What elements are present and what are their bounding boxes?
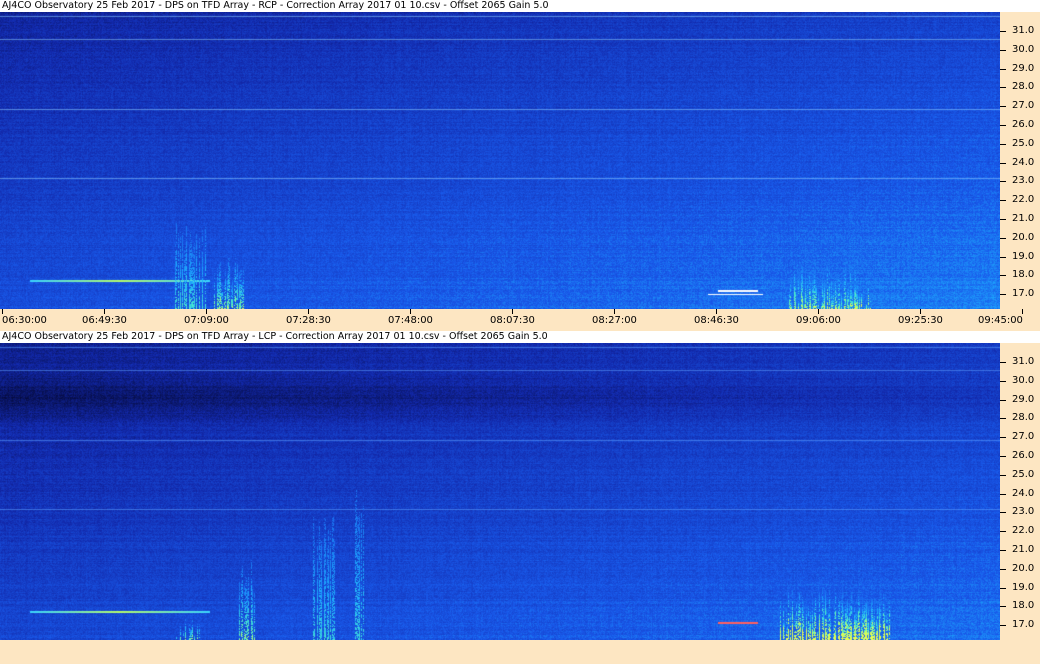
freq-label: 30.0: [1012, 44, 1035, 55]
time-tick: [308, 309, 309, 314]
freq-tick: [1000, 69, 1006, 70]
freq-tick: [1000, 569, 1006, 570]
freq-tick: [1000, 106, 1006, 107]
time-label: 09:06:00: [796, 315, 841, 326]
freq-tick: [1000, 381, 1006, 382]
freq-label: 23.0: [1012, 506, 1035, 517]
time-label: 06:49:30: [82, 315, 127, 326]
freq-label: 22.0: [1012, 194, 1035, 205]
time-tick: [512, 309, 513, 314]
rcp-frequency-axis: 31.0 30.0 29.0 28.0 27.0 26.0 25.0 24.0 23.0 22.0…: [1000, 12, 1040, 309]
time-label: 09:25:30: [898, 315, 943, 326]
time-axis: 06:30:00 06:49:30 07:09:00 07:28:30 07:48:00…: [0, 309, 1040, 331]
freq-tick: [1000, 31, 1006, 32]
freq-label: 24.0: [1012, 488, 1035, 499]
freq-tick: [1000, 606, 1006, 607]
freq-tick: [1000, 475, 1006, 476]
freq-label: 30.0: [1012, 375, 1035, 386]
freq-label: 27.0: [1012, 100, 1035, 111]
freq-tick: [1000, 87, 1006, 88]
time-tick: [410, 309, 411, 314]
freq-label: 27.0: [1012, 431, 1035, 442]
time-tick: [614, 309, 615, 314]
freq-label: 21.0: [1012, 213, 1035, 224]
rcp-spectrogram[interactable]: [0, 12, 1000, 309]
freq-tick: [1000, 294, 1006, 295]
freq-label: 26.0: [1012, 450, 1035, 461]
freq-tick: [1000, 144, 1006, 145]
freq-label: 21.0: [1012, 544, 1035, 555]
time-label: 07:09:00: [184, 315, 229, 326]
lcp-frequency-axis: 31.0 30.0 29.0 28.0 27.0 26.0 25.0 24.0 23.0 22.0…: [1000, 343, 1040, 640]
freq-tick: [1000, 400, 1006, 401]
freq-tick: [1000, 437, 1006, 438]
freq-tick: [1000, 625, 1006, 626]
time-label: 08:27:00: [592, 315, 637, 326]
freq-label: 18.0: [1012, 269, 1035, 280]
bottom-margin: [0, 640, 1040, 664]
freq-label: 23.0: [1012, 175, 1035, 186]
rcp-panel-title: AJ4CO Observatory 25 Feb 2017 - DPS on T…: [0, 0, 1040, 12]
time-label: 08:46:30: [694, 315, 739, 326]
freq-label: 29.0: [1012, 63, 1035, 74]
time-tick: [716, 309, 717, 314]
freq-tick: [1000, 588, 1006, 589]
freq-tick: [1000, 125, 1006, 126]
freq-tick: [1000, 531, 1006, 532]
freq-label: 25.0: [1012, 469, 1035, 480]
time-label: 07:28:30: [286, 315, 331, 326]
freq-label: 28.0: [1012, 412, 1035, 423]
freq-label: 31.0: [1012, 356, 1035, 367]
freq-tick: [1000, 418, 1006, 419]
time-label: 08:07:30: [490, 315, 535, 326]
freq-label: 29.0: [1012, 394, 1035, 405]
lcp-panel-title: AJ4CO Observatory 25 Feb 2017 - DPS on T…: [0, 331, 1040, 343]
freq-tick: [1000, 238, 1006, 239]
lcp-spectrogram[interactable]: [0, 343, 1000, 640]
freq-label: 17.0: [1012, 619, 1035, 630]
freq-label: 19.0: [1012, 251, 1035, 262]
time-tick: [104, 309, 105, 314]
time-label: 09:45:00: [978, 315, 1023, 326]
freq-tick: [1000, 257, 1006, 258]
freq-tick: [1000, 494, 1006, 495]
time-tick: [206, 309, 207, 314]
freq-label: 26.0: [1012, 119, 1035, 130]
freq-tick: [1000, 512, 1006, 513]
freq-label: 18.0: [1012, 600, 1035, 611]
freq-label: 24.0: [1012, 157, 1035, 168]
freq-label: 25.0: [1012, 138, 1035, 149]
time-label: 07:48:00: [388, 315, 433, 326]
freq-tick: [1000, 181, 1006, 182]
freq-tick: [1000, 550, 1006, 551]
freq-tick: [1000, 200, 1006, 201]
freq-label: 28.0: [1012, 81, 1035, 92]
freq-tick: [1000, 163, 1006, 164]
time-tick: [920, 309, 921, 314]
time-label: 06:30:00: [2, 315, 47, 326]
freq-tick: [1000, 362, 1006, 363]
time-tick: [818, 309, 819, 314]
time-tick: [1022, 309, 1023, 314]
time-tick: [2, 309, 3, 314]
freq-tick: [1000, 50, 1006, 51]
freq-label: 31.0: [1012, 25, 1035, 36]
freq-label: 17.0: [1012, 288, 1035, 299]
freq-label: 19.0: [1012, 582, 1035, 593]
freq-tick: [1000, 456, 1006, 457]
freq-label: 22.0: [1012, 525, 1035, 536]
freq-tick: [1000, 219, 1006, 220]
freq-tick: [1000, 275, 1006, 276]
freq-label: 20.0: [1012, 563, 1035, 574]
freq-label: 20.0: [1012, 232, 1035, 243]
